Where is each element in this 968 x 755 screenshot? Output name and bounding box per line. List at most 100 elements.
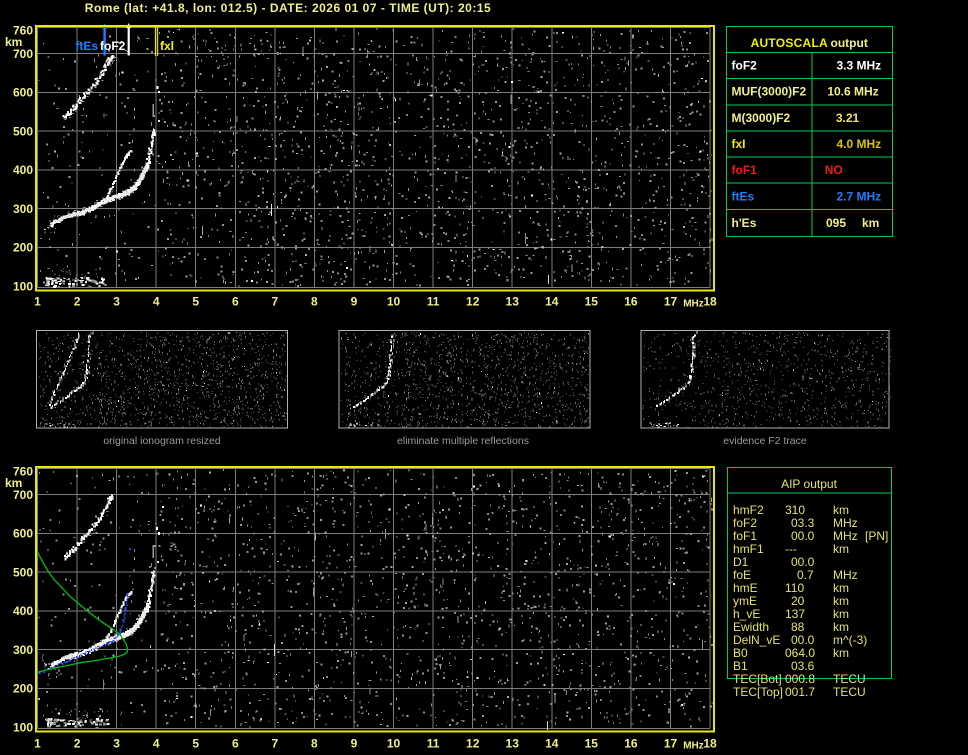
svg-text:1: 1 <box>34 295 41 309</box>
svg-text:km: km <box>833 646 849 660</box>
svg-text:foF2: foF2 <box>732 59 758 73</box>
svg-text:3: 3 <box>113 295 120 309</box>
svg-text:DelN_vE: DelN_vE <box>733 633 780 647</box>
svg-text:TECU: TECU <box>833 672 866 686</box>
svg-text:17: 17 <box>664 737 678 751</box>
svg-text:700: 700 <box>13 47 33 61</box>
svg-text:fxI: fxI <box>160 39 174 53</box>
svg-text:3: 3 <box>113 737 120 751</box>
svg-text:hmE: hmE <box>733 581 758 595</box>
svg-text:300: 300 <box>13 202 33 216</box>
svg-text:200: 200 <box>13 682 33 696</box>
svg-text:Rome (lat: +41.8, lon: 012.5): Rome (lat: +41.8, lon: 012.5) - DATE: 20… <box>85 1 491 15</box>
svg-text:MHz: MHz <box>833 529 858 543</box>
svg-text:AUTOSCALA: AUTOSCALA <box>751 36 828 50</box>
svg-text:MHz: MHz <box>683 299 704 310</box>
svg-text:TEC[Bot]: TEC[Bot] <box>733 672 782 686</box>
svg-text:500: 500 <box>13 565 33 579</box>
svg-text:6: 6 <box>232 295 239 309</box>
svg-text:14: 14 <box>545 737 559 751</box>
svg-text:km: km <box>833 620 849 634</box>
svg-text:MHz: MHz <box>833 516 858 530</box>
svg-text:9: 9 <box>351 737 358 751</box>
svg-text:11: 11 <box>427 737 440 751</box>
svg-text:400: 400 <box>13 604 33 618</box>
svg-text:15: 15 <box>585 737 599 751</box>
svg-text:00.0: 00.0 <box>791 529 815 543</box>
svg-text:0.7: 0.7 <box>797 568 814 582</box>
svg-text:4.0 MHz: 4.0 MHz <box>836 137 881 151</box>
svg-text:9: 9 <box>351 295 358 309</box>
svg-text:MHz: MHz <box>683 741 704 752</box>
svg-text:200: 200 <box>13 241 33 255</box>
svg-text:TEC[Top]: TEC[Top] <box>733 685 783 699</box>
svg-text:AIP output: AIP output <box>781 477 837 491</box>
svg-text:137: 137 <box>785 607 805 621</box>
svg-text:foF1: foF1 <box>733 529 757 543</box>
svg-text:18: 18 <box>703 295 717 309</box>
svg-text:7: 7 <box>272 737 279 751</box>
svg-text:foF2: foF2 <box>733 516 757 530</box>
svg-text:8: 8 <box>311 737 318 751</box>
svg-text:original ionogram resized: original ionogram resized <box>103 435 220 447</box>
svg-text:12: 12 <box>466 295 480 309</box>
svg-text:km: km <box>833 607 849 621</box>
svg-text:km: km <box>833 542 849 556</box>
svg-text:03.6: 03.6 <box>791 659 815 673</box>
svg-text:8: 8 <box>311 295 318 309</box>
svg-text:14: 14 <box>545 295 559 309</box>
svg-text:88: 88 <box>791 620 805 634</box>
svg-text:400: 400 <box>13 163 33 177</box>
svg-text:13: 13 <box>506 295 520 309</box>
svg-text:4: 4 <box>153 295 160 309</box>
svg-text:00.0: 00.0 <box>791 555 815 569</box>
svg-text:km: km <box>833 594 849 608</box>
svg-text:2: 2 <box>74 737 81 751</box>
svg-text:2.7 MHz: 2.7 MHz <box>836 189 881 203</box>
svg-text:B0: B0 <box>733 646 748 660</box>
svg-text:17: 17 <box>664 295 678 309</box>
svg-text:6: 6 <box>232 737 239 751</box>
svg-text:13: 13 <box>506 737 520 751</box>
svg-text:310: 310 <box>785 503 805 517</box>
svg-text:10: 10 <box>387 737 401 751</box>
svg-text:km: km <box>862 216 879 230</box>
svg-text:20: 20 <box>791 594 805 608</box>
svg-text:TECU: TECU <box>833 685 866 699</box>
svg-text:3.3 MHz: 3.3 MHz <box>836 59 881 73</box>
svg-text:16: 16 <box>624 737 638 751</box>
svg-text:03.3: 03.3 <box>791 516 815 530</box>
svg-text:4: 4 <box>153 737 160 751</box>
svg-text:500: 500 <box>13 124 33 138</box>
svg-text:300: 300 <box>13 643 33 657</box>
svg-text:hmF1: hmF1 <box>733 542 764 556</box>
svg-text:M(3000)F2: M(3000)F2 <box>732 111 791 125</box>
svg-text:h_vE: h_vE <box>733 607 760 621</box>
svg-text:km: km <box>833 503 849 517</box>
svg-text:600: 600 <box>13 527 33 541</box>
svg-text:100: 100 <box>13 721 33 735</box>
svg-text:2: 2 <box>74 295 81 309</box>
svg-text:000.8: 000.8 <box>785 672 815 686</box>
svg-text:00.0: 00.0 <box>791 633 815 647</box>
svg-text:D1: D1 <box>733 555 749 569</box>
svg-text:foE: foE <box>733 568 751 582</box>
svg-text:ftEs: ftEs <box>732 189 755 203</box>
svg-text:10: 10 <box>387 295 401 309</box>
svg-text:12: 12 <box>466 737 480 751</box>
svg-text:10.6 MHz: 10.6 MHz <box>827 85 878 99</box>
svg-text:[PN]: [PN] <box>865 529 888 543</box>
svg-text:km: km <box>833 581 849 595</box>
svg-text:15: 15 <box>585 295 599 309</box>
svg-text:ftEs: ftEs <box>75 39 98 53</box>
svg-text:hmF2: hmF2 <box>733 503 764 517</box>
svg-text:MUF(3000)F2: MUF(3000)F2 <box>732 85 807 99</box>
svg-text:---: --- <box>785 542 797 556</box>
svg-text:NO: NO <box>825 163 843 177</box>
svg-text:foF2: foF2 <box>100 39 126 53</box>
svg-text:Ewidth: Ewidth <box>733 620 769 634</box>
svg-text:5: 5 <box>192 295 199 309</box>
svg-text:eliminate multiple reflections: eliminate multiple reflections <box>397 435 529 447</box>
svg-text:095: 095 <box>826 216 846 230</box>
svg-text:3.21: 3.21 <box>836 111 860 125</box>
